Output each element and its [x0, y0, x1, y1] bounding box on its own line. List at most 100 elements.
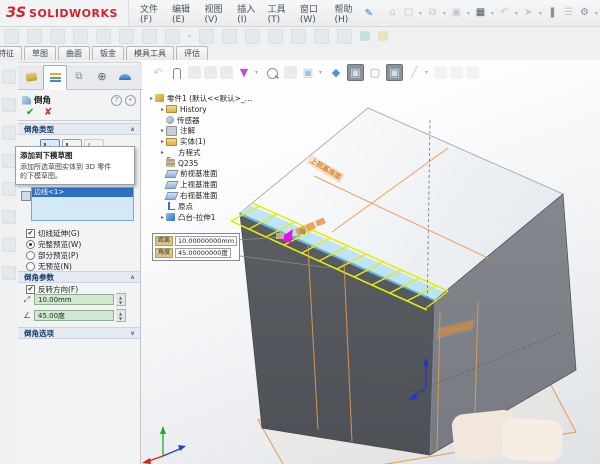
open-icon[interactable]: ⧉	[425, 5, 440, 21]
feature-tool-icon[interactable]	[4, 29, 19, 44]
save-icon[interactable]: ▣	[449, 5, 464, 21]
print-icon[interactable]: ▦	[473, 5, 488, 21]
dropdown-caret-icon[interactable]: ▾	[465, 10, 472, 17]
expand-arrow-icon[interactable]: ▸	[148, 95, 155, 102]
tree-item-annotations[interactable]: ▸ 注解	[159, 125, 252, 136]
ghost-tool-icon[interactable]	[188, 66, 201, 79]
dropdown-caret-icon[interactable]: ▾	[188, 33, 191, 40]
callout-angle-value[interactable]: 45.00000000度	[175, 248, 231, 258]
dropdown-caret-icon[interactable]: ▾	[489, 10, 496, 17]
tab-feature-manager[interactable]	[20, 65, 42, 88]
appearance-filter-icon[interactable]: ▼	[236, 65, 252, 81]
feature-tool-icon[interactable]	[245, 29, 260, 44]
angle-spinner[interactable]: ▲▼	[116, 309, 126, 322]
callout-distance-value[interactable]: 10.00000000mm	[175, 236, 237, 246]
section-view-icon[interactable]: ▣	[300, 65, 316, 81]
distance-input[interactable]: 10.00mm	[34, 294, 114, 305]
dropdown-caret-icon[interactable]: ▾	[417, 10, 424, 17]
tree-item-history[interactable]: ▸ History	[159, 104, 252, 115]
dropdown-caret-icon[interactable]: ▾	[425, 69, 431, 76]
section-chamfer-options[interactable]: 倒角选项 ∨	[18, 327, 140, 339]
tree-item-sensors[interactable]: 传感器	[159, 115, 252, 126]
dropdown-caret-icon[interactable]: ▾	[537, 10, 544, 17]
menu-file[interactable]: 文件(F)	[135, 0, 165, 27]
radio-icon[interactable]	[26, 251, 35, 260]
zoom-to-fit-icon[interactable]	[267, 68, 278, 79]
radio-icon[interactable]	[26, 262, 35, 271]
feature-tool-icon[interactable]	[27, 29, 42, 44]
distance-spinner[interactable]: ▲▼	[116, 293, 126, 306]
help-icon[interactable]: ?	[111, 95, 122, 106]
collapse-chevron-icon[interactable]: ∧	[130, 124, 135, 136]
perspective-icon[interactable]: ╱	[406, 65, 422, 81]
feature-tool-icon[interactable]	[222, 29, 237, 44]
dropdown-caret-icon[interactable]: ▾	[319, 69, 325, 76]
tree-item-material[interactable]: Q235	[159, 158, 252, 169]
tree-item-top-plane[interactable]: 上视基准面	[159, 179, 252, 190]
dropdown-caret-icon[interactable]: ▾	[593, 10, 600, 17]
expand-arrow-icon[interactable]: ▸	[159, 138, 166, 145]
tab-surfaces[interactable]: 曲面	[58, 46, 90, 60]
section-chamfer-type[interactable]: 倒角类型 ∧	[18, 123, 140, 135]
feature-tool-icon[interactable]	[73, 29, 88, 44]
expand-chevron-icon[interactable]: ∨	[130, 328, 135, 340]
ghost-tool-icon[interactable]	[450, 66, 463, 79]
tab-features[interactable]: 特征	[0, 46, 22, 60]
gear-icon[interactable]: ⚙	[577, 5, 592, 21]
tab-property-manager[interactable]	[43, 65, 67, 90]
checkbox-checked-icon[interactable]: ✔	[26, 229, 35, 238]
chamfer-callout[interactable]: 距离 10.00000000mm 角度 45.00000000度	[152, 233, 240, 261]
ghost-tool-icon[interactable]	[466, 66, 479, 79]
tab-sketch[interactable]: 草图	[24, 46, 56, 60]
full-preview-radio[interactable]: 完整预览(W)	[26, 239, 81, 250]
expand-arrow-icon[interactable]: ▸	[159, 149, 166, 156]
dropdown-caret-icon[interactable]: ▾	[441, 10, 448, 17]
measure-tool-icon[interactable]	[360, 31, 370, 41]
tab-dimxpert[interactable]: ⊕	[91, 65, 113, 88]
select-icon[interactable]: ➤	[521, 5, 536, 21]
tree-item-origin[interactable]: 原点	[159, 201, 252, 212]
collapse-chevron-icon[interactable]: ∧	[130, 272, 135, 284]
view-settings-icon[interactable]: ▣	[386, 64, 403, 81]
menu-edit[interactable]: 编辑(E)	[167, 0, 197, 27]
tab-evaluate[interactable]: 评估	[176, 46, 208, 60]
feature-tool-icon[interactable]	[337, 29, 352, 44]
menu-help[interactable]: 帮助(H)	[329, 0, 360, 27]
pin-icon[interactable]: •	[125, 95, 136, 106]
tab-sheet-metal[interactable]: 钣金	[92, 46, 124, 60]
feature-tool-icon[interactable]	[96, 29, 111, 44]
feature-tool-icon[interactable]	[199, 29, 214, 44]
partial-preview-radio[interactable]: 部分预览(P)	[26, 250, 78, 261]
expand-arrow-icon[interactable]: ▸	[159, 106, 166, 113]
edit-pencil-icon[interactable]: ✎	[365, 8, 373, 19]
tab-display-manager[interactable]	[114, 65, 136, 88]
expand-arrow-icon[interactable]: ▸	[159, 127, 166, 134]
ok-button[interactable]: ✔	[26, 107, 34, 118]
cancel-button[interactable]: ✘	[44, 107, 52, 118]
display-style-shaded-icon[interactable]: ▣	[347, 64, 364, 81]
radio-selected-icon[interactable]	[26, 240, 35, 249]
angle-input[interactable]: 45.00度	[34, 310, 114, 321]
feature-tool-icon[interactable]	[165, 29, 180, 44]
evaluate-tool-icon[interactable]	[378, 31, 388, 41]
ghost-tool-icon[interactable]	[220, 66, 233, 79]
ghost-tool-icon[interactable]	[434, 66, 447, 79]
menu-insert[interactable]: 插入(I)	[232, 0, 260, 27]
feature-tool-icon[interactable]	[314, 29, 329, 44]
tree-item-front-plane[interactable]: 前视基准面	[159, 169, 252, 180]
home-icon[interactable]: ⌂	[385, 5, 400, 21]
attach-icon[interactable]	[173, 68, 181, 79]
tree-item-solid-bodies[interactable]: ▸ 实体(1)	[159, 136, 252, 147]
toggle-icon[interactable]: ❚	[545, 5, 560, 21]
feature-tool-icon[interactable]	[291, 29, 306, 44]
feature-tool-icon[interactable]	[268, 29, 283, 44]
feature-tool-icon[interactable]	[142, 29, 157, 44]
menu-window[interactable]: 窗口(W)	[295, 0, 328, 27]
undo-icon[interactable]: ↶	[497, 5, 512, 21]
items-to-chamfer-listbox[interactable]: 边线<1>	[31, 187, 134, 221]
tree-root[interactable]: ▸ 零件1 (默认<<默认>_…	[148, 93, 252, 104]
feature-tool-icon[interactable]	[119, 29, 134, 44]
hidden-lines-icon[interactable]: ▢	[367, 65, 383, 81]
section-chamfer-parameters[interactable]: 倒角参数 ∧	[18, 271, 140, 283]
menu-view[interactable]: 视图(V)	[199, 0, 230, 27]
